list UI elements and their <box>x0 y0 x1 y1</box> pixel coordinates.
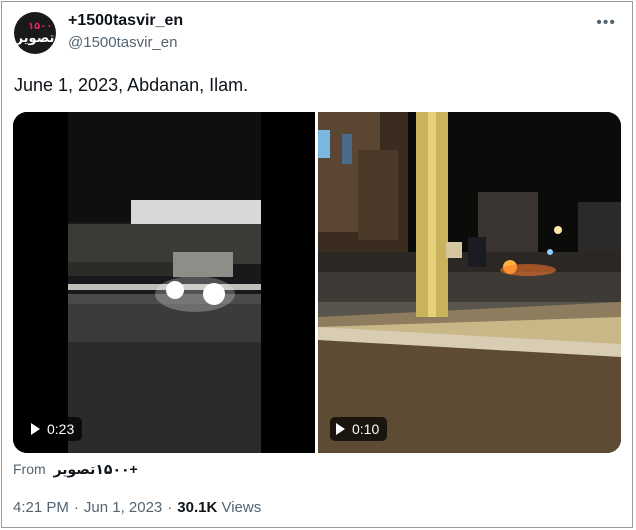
video-left-duration: 0:23 <box>47 421 75 437</box>
tweet-text: June 1, 2023, Abdanan, Ilam. <box>14 75 249 95</box>
avatar[interactable]: ۱۵۰۰ تصویر <box>14 12 56 54</box>
video-right-duration: 0:10 <box>352 421 380 437</box>
avatar-mark: ۱۵۰۰ <box>28 21 53 32</box>
source-prefix: From <box>13 461 46 477</box>
play-icon <box>336 423 345 435</box>
separator-dot: · <box>167 499 173 516</box>
media-grid: 0:23 0:10 <box>13 112 621 453</box>
author-display-name[interactable]: +1500tasvir_en <box>68 12 183 30</box>
more-options-icon[interactable]: ••• <box>596 14 616 32</box>
video-left-duration-badge: 0:23 <box>25 417 83 441</box>
video-left[interactable]: 0:23 <box>13 112 315 453</box>
video-right[interactable]: 0:10 <box>318 112 621 453</box>
tweet-date[interactable]: Jun 1, 2023 <box>84 499 162 516</box>
views-count: 30.1K <box>177 499 218 516</box>
video-left-thumbnail <box>13 112 315 453</box>
separator-dot: · <box>73 499 79 516</box>
views-label: Views <box>221 499 262 516</box>
avatar-logo-text: تصویر <box>15 29 55 45</box>
tweet-card: ۱۵۰۰ تصویر +1500tasvir_en @1500tasvir_en… <box>1 1 633 528</box>
video-right-duration-badge: 0:10 <box>330 417 388 441</box>
tweet-meta: 4:21 PM · Jun 1, 2023 · 30.1K Views <box>13 499 261 516</box>
video-right-thumbnail <box>318 112 621 453</box>
tweet-time[interactable]: 4:21 PM <box>13 499 69 516</box>
author-handle[interactable]: @1500tasvir_en <box>68 34 177 51</box>
source-attribution: From +۱۵۰۰تصویر <box>13 461 138 478</box>
source-account-link[interactable]: +۱۵۰۰تصویر <box>54 461 138 477</box>
play-icon <box>31 423 40 435</box>
